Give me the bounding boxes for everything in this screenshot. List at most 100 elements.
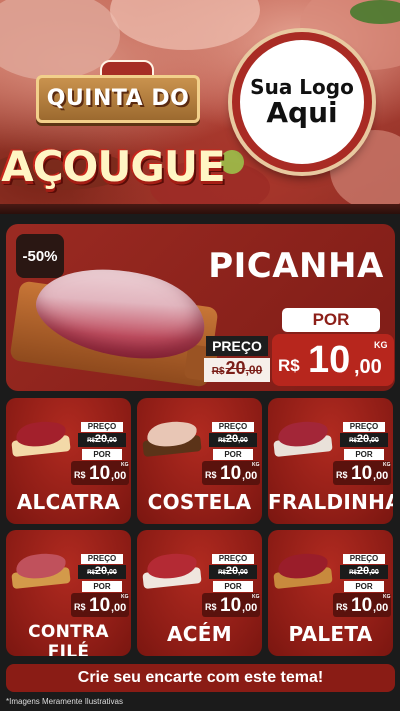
old-price-label: PREÇO [81,422,123,432]
new-price-currency: R$ [74,470,86,480]
old-price-label: PREÇO [206,336,268,356]
old-price-label: PREÇO [343,554,385,564]
old-price: R$ 20 ,00 [209,565,257,579]
old-price-currency: R$ [218,438,226,444]
featured-product-name: PICANHA [208,246,384,286]
old-price-integer: 20 [356,433,370,445]
new-price: R$ 10 ,00 KG [202,461,260,485]
product-card-5: PREÇO R$ 20 ,00 POR R$ 10 ,00 KG PALETA [268,530,393,656]
new-price: R$ 10 ,00 KG [272,334,394,386]
new-price-label: POR [82,581,122,592]
old-price-decimal: ,00 [369,569,379,576]
old-price-integer: 20 [225,433,239,445]
new-price-label: POR [344,449,384,460]
product-name: COSTELA [147,490,252,514]
title-plaque: QUINTA DO [36,75,200,123]
price-unit: KG [252,462,260,468]
new-price-decimal: ,00 [373,602,389,614]
old-price-label: PREÇO [343,422,385,432]
product-name: ALCATRA [16,490,121,514]
old-price: R$ 20 ,00 [340,433,388,447]
title-line2: AÇOUGUE [1,142,225,191]
old-price-integer: 20 [94,565,108,577]
old-price: R$ 20 ,00 [78,565,126,579]
new-price-currency: R$ [205,602,217,612]
price-unit: KG [121,462,129,468]
logo-text-line1: Sua Logo [250,74,354,99]
old-price-integer: 20 [356,565,370,577]
old-price-label: PREÇO [81,554,123,564]
disclaimer: *Imagens Meramente Ilustrativas [6,697,123,706]
price-unit: KG [252,594,260,600]
new-price: R$ 10 ,00 KG [333,593,391,617]
new-price-decimal: ,00 [373,470,389,482]
old-price: R$ 20 ,00 [209,433,257,447]
new-price-decimal: ,00 [354,356,382,378]
new-price: R$ 10 ,00 KG [333,461,391,485]
old-price-currency: R$ [87,570,95,576]
product-card-1: PREÇO R$ 20 ,00 POR R$ 10 ,00 KG COSTELA [137,398,262,524]
new-price: R$ 10 ,00 KG [202,593,260,617]
logo-text-line2: Aqui [266,95,338,129]
new-price: R$ 10 ,00 KG [71,593,129,617]
old-price-currency: R$ [349,570,357,576]
new-price-decimal: ,00 [111,602,127,614]
old-price-currency: R$ [218,570,226,576]
price-unit: KG [121,594,129,600]
new-price-label: POR [82,449,122,460]
old-price-decimal: ,00 [107,437,117,444]
old-price-integer: 20 [94,433,108,445]
title-line1: QUINTA DO [46,86,190,111]
new-price-currency: R$ [336,470,348,480]
new-price-integer: 10 [89,595,111,616]
product-name: ACÉM [167,622,232,646]
old-price: R$ 20 ,00 [78,433,126,447]
old-price-label: PREÇO [212,422,254,432]
new-price-label: POR [213,449,253,460]
title-badge: QUINTA DO AÇOUGUE [0,30,230,200]
product-card-4: PREÇO R$ 20 ,00 POR R$ 10 ,00 KG ACÉM [137,530,262,656]
new-price-currency: R$ [278,356,300,375]
new-price-integer: 10 [308,339,351,381]
new-price-label: POR [344,581,384,592]
new-price-currency: R$ [74,602,86,612]
old-price-currency: R$ [349,438,357,444]
product-name: FRALDINHA [268,490,393,514]
new-price-label: POR [213,581,253,592]
hero-divider [0,204,400,214]
new-price: R$ 10 ,00 KG [71,461,129,485]
new-price-currency: R$ [336,602,348,612]
new-price-integer: 10 [220,595,242,616]
new-price-integer: 10 [351,463,373,484]
new-price-integer: 10 [89,463,111,484]
product-card-2: PREÇO R$ 20 ,00 POR R$ 10 ,00 KG FRALDIN… [268,398,393,524]
old-price-currency: R$ [211,366,225,377]
old-price-currency: R$ [87,438,95,444]
old-price-decimal: ,00 [245,363,263,377]
old-price-decimal: ,00 [107,569,117,576]
product-card-3: PREÇO R$ 20 ,00 POR R$ 10 ,00 KG CONTRA … [6,530,131,656]
cta-banner[interactable]: Crie seu encarte com este tema! [6,664,395,692]
new-price-decimal: ,00 [111,470,127,482]
new-price-integer: 10 [220,463,242,484]
discount-badge: -50% [16,234,64,278]
old-price-label: PREÇO [212,554,254,564]
old-price: R$ 20 ,00 [340,565,388,579]
logo-placeholder: Sua Logo Aqui [232,32,372,172]
old-price-decimal: ,00 [369,437,379,444]
old-price-decimal: ,00 [238,437,248,444]
new-price-label: POR [282,308,380,332]
featured-product: -50% PICANHA PREÇO R$ 20 ,00 POR R$ 10 ,… [6,224,395,391]
price-unit: KG [383,462,391,468]
price-unit: KG [383,594,391,600]
product-card-0: PREÇO R$ 20 ,00 POR R$ 10 ,00 KG ALCATRA [6,398,131,524]
price-unit: KG [374,340,388,350]
new-price-currency: R$ [205,470,217,480]
new-price-decimal: ,00 [242,602,258,614]
old-price-integer: 20 [225,358,246,378]
old-price: R$ 20 ,00 [204,358,270,382]
old-price-integer: 20 [225,565,239,577]
product-name: PALETA [288,622,373,646]
old-price-decimal: ,00 [238,569,248,576]
new-price-integer: 10 [351,595,373,616]
